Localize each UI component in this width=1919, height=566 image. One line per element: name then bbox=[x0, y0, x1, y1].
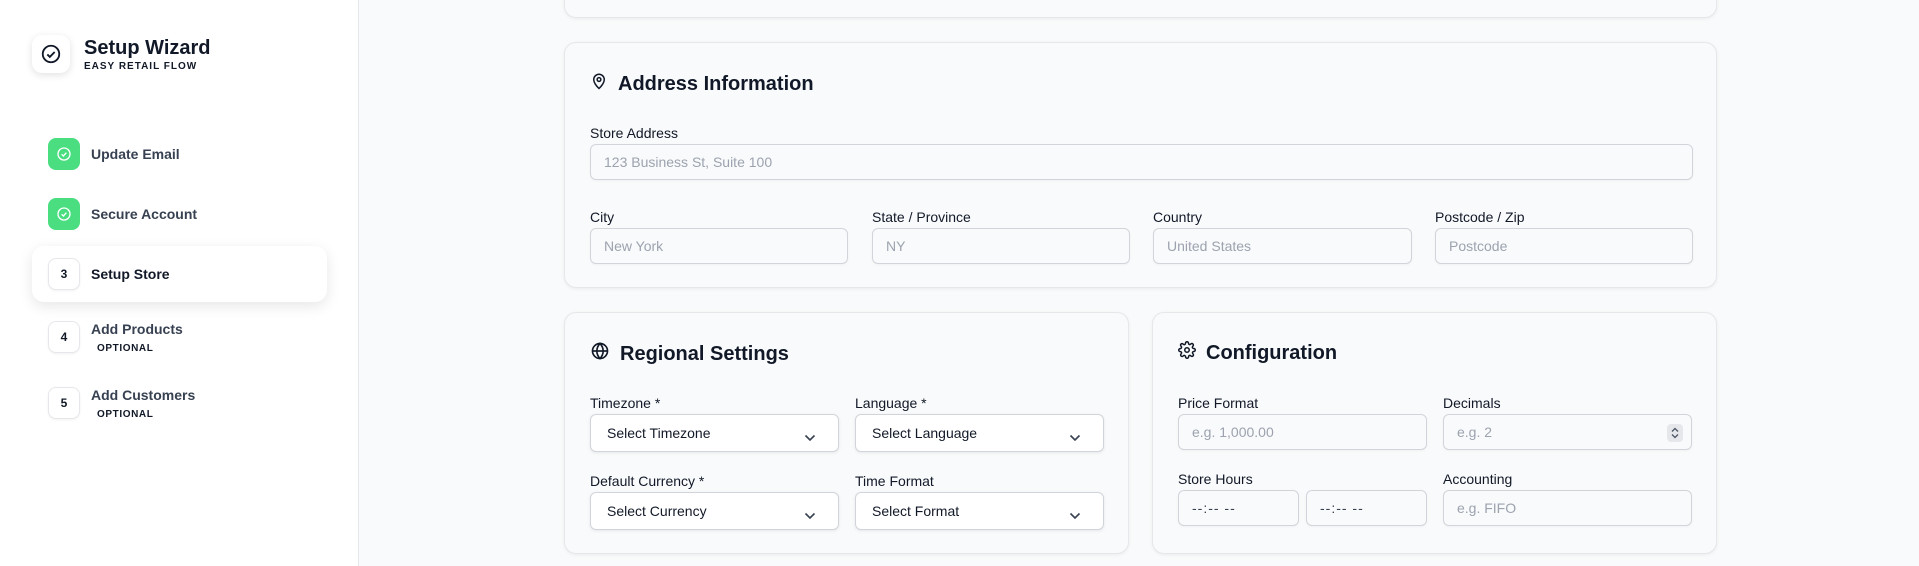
step-label: Add Customers bbox=[91, 386, 196, 403]
globe-icon bbox=[590, 341, 620, 367]
check-circle-icon bbox=[32, 35, 70, 73]
chevron-down-icon bbox=[804, 429, 816, 445]
decimals-placeholder: e.g. 2 bbox=[1457, 424, 1493, 440]
chevron-down-icon bbox=[1069, 507, 1081, 523]
step-number: 5 bbox=[48, 387, 80, 419]
language-select[interactable]: Select Language bbox=[855, 414, 1104, 452]
card-title: Configuration bbox=[1206, 341, 1338, 364]
timezone-label: Timezone * bbox=[590, 395, 661, 411]
step-label: Setup Store bbox=[91, 266, 170, 282]
store-hours-label: Store Hours bbox=[1178, 471, 1253, 487]
step-add-customers[interactable]: 5 Add Customers OPTIONAL bbox=[32, 372, 327, 434]
decimals-label: Decimals bbox=[1443, 395, 1501, 411]
time-format-value: Select Format bbox=[872, 503, 960, 519]
regional-settings-card: Regional Settings Timezone * Select Time… bbox=[564, 312, 1129, 554]
timezone-select[interactable]: Select Timezone bbox=[590, 414, 839, 452]
price-format-label: Price Format bbox=[1178, 395, 1259, 411]
brand-title: Setup Wizard bbox=[84, 37, 211, 59]
step-label: Secure Account bbox=[91, 206, 198, 222]
check-icon bbox=[48, 138, 80, 170]
step-setup-store[interactable]: 3 Setup Store bbox=[32, 246, 327, 302]
decimals-input[interactable]: e.g. 2 bbox=[1443, 414, 1692, 450]
map-pin-icon bbox=[590, 71, 618, 97]
card-title: Address Information bbox=[618, 72, 814, 95]
chevron-down-icon bbox=[1069, 429, 1081, 445]
city-input[interactable]: New York bbox=[590, 228, 848, 264]
chevron-down-icon bbox=[804, 507, 816, 523]
store-hours-close-input[interactable]: --:-- -- bbox=[1306, 490, 1427, 526]
country-input[interactable]: United States bbox=[1153, 228, 1412, 264]
city-label: City bbox=[590, 209, 615, 225]
brand-subtitle: EASY RETAIL FLOW bbox=[84, 61, 198, 72]
country-label: Country bbox=[1153, 209, 1203, 225]
configuration-card: Configuration Price Format e.g. 1,000.00… bbox=[1152, 312, 1717, 554]
step-secure-account[interactable]: Secure Account bbox=[32, 186, 327, 242]
step-number: 3 bbox=[48, 258, 80, 290]
state-input[interactable]: NY bbox=[872, 228, 1130, 264]
state-label: State / Province bbox=[872, 209, 971, 225]
store-hours-open-input[interactable]: --:-- -- bbox=[1178, 490, 1299, 526]
accounting-input[interactable]: e.g. FIFO bbox=[1443, 490, 1692, 526]
step-update-email[interactable]: Update Email bbox=[32, 126, 327, 182]
brand: Setup Wizard EASY RETAIL FLOW bbox=[32, 35, 211, 73]
step-number: 4 bbox=[48, 321, 80, 353]
check-icon bbox=[48, 198, 80, 230]
language-label: Language * bbox=[855, 395, 927, 411]
language-value: Select Language bbox=[872, 425, 978, 441]
card-title: Regional Settings bbox=[620, 342, 789, 365]
currency-value: Select Currency bbox=[607, 503, 707, 519]
address-card: Address Information Store Address 123 Bu… bbox=[564, 42, 1717, 288]
postcode-label: Postcode / Zip bbox=[1435, 209, 1525, 225]
timezone-value: Select Timezone bbox=[607, 425, 711, 441]
postcode-input[interactable]: Postcode bbox=[1435, 228, 1693, 264]
optional-badge: OPTIONAL bbox=[97, 408, 154, 420]
optional-badge: OPTIONAL bbox=[97, 342, 154, 354]
time-format-label: Time Format bbox=[855, 473, 934, 489]
currency-label: Default Currency * bbox=[590, 473, 705, 489]
step-add-products[interactable]: 4 Add Products OPTIONAL bbox=[32, 306, 327, 368]
currency-select[interactable]: Select Currency bbox=[590, 492, 839, 530]
sidebar: Setup Wizard EASY RETAIL FLOW Update Ema… bbox=[0, 0, 359, 566]
wizard-steps: Update Email Secure Account 3 Setup Stor… bbox=[32, 126, 327, 438]
step-label: Update Email bbox=[91, 146, 180, 162]
spinner-icon[interactable] bbox=[1667, 424, 1683, 442]
gear-icon bbox=[1178, 341, 1206, 365]
accounting-label: Accounting bbox=[1443, 471, 1513, 487]
store-address-input[interactable]: 123 Business St, Suite 100 bbox=[590, 144, 1693, 180]
time-format-select[interactable]: Select Format bbox=[855, 492, 1104, 530]
price-format-input[interactable]: e.g. 1,000.00 bbox=[1178, 414, 1427, 450]
step-label: Add Products bbox=[91, 320, 183, 337]
previous-card bbox=[564, 0, 1717, 18]
store-address-label: Store Address bbox=[590, 125, 678, 141]
